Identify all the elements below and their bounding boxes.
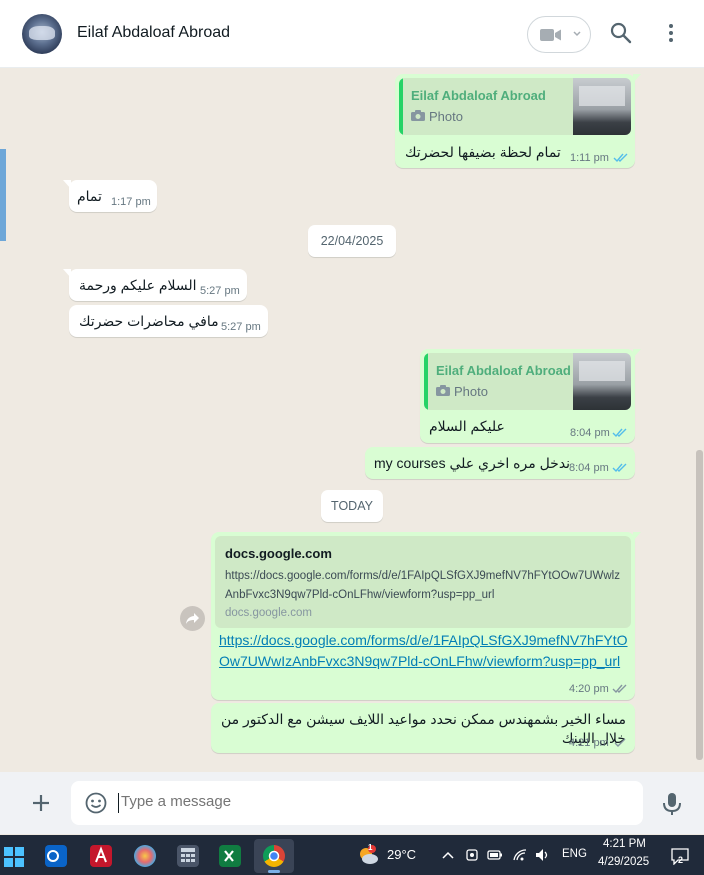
taskbar-excel[interactable] <box>210 839 250 873</box>
scrollbar[interactable] <box>696 450 703 760</box>
contact-name[interactable]: Eilaf Abdaloaf Abroad <box>77 24 230 42</box>
outlook-icon <box>45 845 67 867</box>
photo-thumbnail <box>573 78 631 135</box>
message-time: 1:17 pm <box>111 196 151 208</box>
excel-icon <box>219 845 241 867</box>
double-check-icon <box>613 153 628 163</box>
clock-time[interactable]: 4:21 PM <box>603 838 646 850</box>
text-caret <box>118 793 119 813</box>
search-icon[interactable] <box>610 22 632 44</box>
message-time: 5:27 pm <box>221 321 261 333</box>
start-button[interactable] <box>0 839 40 873</box>
camera-icon <box>411 110 425 121</box>
composer <box>0 772 704 834</box>
message-input[interactable] <box>121 793 521 810</box>
quote-sender: Eilaf Abdaloaf Abroad <box>436 363 571 378</box>
quote-type: Photo <box>454 384 488 399</box>
message-link[interactable]: https://docs.google.com/forms/d/e/1FAIpQ… <box>219 630 629 672</box>
message-text: السلام عليكم ورحمة <box>79 277 197 293</box>
message-time: 1:11 pm <box>570 152 609 164</box>
weather-temperature[interactable]: 29°C <box>387 847 416 862</box>
message-list[interactable]: Eilaf Abdaloaf Abroad Photo تمام لحظة بض… <box>0 69 704 772</box>
taskbar-paint[interactable] <box>125 839 165 873</box>
outgoing-message[interactable]: docs.google.com https://docs.google.com/… <box>211 532 641 700</box>
taskbar-calculator[interactable] <box>168 839 208 873</box>
autocad-icon <box>90 845 112 867</box>
weather-badge: 1 <box>368 843 373 852</box>
chrome-icon <box>263 845 285 867</box>
forward-button[interactable] <box>180 606 205 631</box>
taskbar-outlook[interactable] <box>36 839 76 873</box>
battery-icon[interactable] <box>487 849 503 861</box>
date-separator: TODAY <box>321 490 383 522</box>
video-camera-icon <box>540 29 561 41</box>
message-text: عليكم السلام <box>429 418 505 434</box>
message-time: 5:27 pm <box>200 285 240 297</box>
windows-icon <box>4 847 24 867</box>
link-preview[interactable]: docs.google.com https://docs.google.com/… <box>215 536 631 628</box>
photo-thumbnail <box>573 353 631 410</box>
link-preview-url: https://docs.google.com/forms/d/e/1FAIpQ… <box>225 570 620 601</box>
message-text: مافي محاضرات حضرتك <box>79 313 219 329</box>
camera-device-icon[interactable] <box>466 848 480 862</box>
microphone-icon[interactable] <box>662 792 682 816</box>
outgoing-message[interactable]: مساء الخير بشمهندس ممكن نحدد مواعيد اللا… <box>211 703 635 753</box>
message-time: 8:04 pm <box>569 462 609 474</box>
language-indicator[interactable]: ENG <box>562 848 587 860</box>
chevron-up-icon[interactable] <box>442 851 454 859</box>
message-time: 4:20 pm <box>569 683 609 695</box>
message-text: ندخل مره اخري علي my courses <box>374 455 571 471</box>
chat-header: Eilaf Abdaloaf Abroad <box>0 0 704 68</box>
wifi-icon[interactable] <box>512 848 528 862</box>
date-separator: 22/04/2025 <box>308 225 396 257</box>
double-check-icon <box>612 684 627 694</box>
taskbar-chrome-whatsapp[interactable] <box>254 839 294 873</box>
side-strip <box>0 149 6 241</box>
message-time: 4:21 pm <box>569 737 609 749</box>
check-icon <box>614 738 626 747</box>
menu-icon[interactable] <box>664 22 678 44</box>
incoming-message[interactable]: السلام عليكم ورحمة 5:27 pm <box>63 269 247 301</box>
camera-icon <box>436 385 450 396</box>
paint-icon <box>134 845 156 867</box>
outgoing-message[interactable]: Eilaf Abdaloaf Abroad Photo تمام لحظة بض… <box>395 74 641 168</box>
video-call-button[interactable] <box>527 16 591 53</box>
chevron-down-icon <box>573 31 581 37</box>
message-text: تمام لحظة بضيفها لحضرتك <box>405 144 561 160</box>
outgoing-message[interactable]: ندخل مره اخري علي my courses 8:04 pm <box>365 447 635 479</box>
emoji-icon[interactable] <box>85 792 107 814</box>
quoted-photo[interactable]: Eilaf Abdaloaf Abroad Photo <box>424 353 631 410</box>
calculator-icon <box>177 845 199 867</box>
quoted-photo[interactable]: Eilaf Abdaloaf Abroad Photo <box>399 78 631 135</box>
link-preview-site: docs.google.com <box>225 607 312 619</box>
outgoing-message[interactable]: Eilaf Abdaloaf Abroad Photo عليكم السلام… <box>420 349 641 443</box>
double-check-icon <box>612 463 627 473</box>
message-time: 8:04 pm <box>570 427 610 439</box>
message-text: تمام <box>77 188 102 204</box>
clock-date[interactable]: 4/29/2025 <box>598 856 649 868</box>
quote-sender: Eilaf Abdaloaf Abroad <box>411 88 546 103</box>
message-input-box[interactable] <box>71 781 643 825</box>
windows-taskbar: 1 29°C ENG 4:21 PM 4/29/2025 2 <box>0 835 704 875</box>
incoming-message[interactable]: تمام 1:17 pm <box>63 180 157 212</box>
forward-icon <box>186 613 199 624</box>
double-check-icon <box>612 428 627 438</box>
message-text: مساء الخير بشمهندس ممكن نحدد مواعيد اللا… <box>220 711 626 746</box>
volume-icon[interactable] <box>535 848 551 862</box>
taskbar-autocad[interactable] <box>81 839 121 873</box>
notification-count: 2 <box>678 855 684 865</box>
plus-icon[interactable] <box>30 792 52 814</box>
incoming-message[interactable]: مافي محاضرات حضرتك 5:27 pm <box>69 305 268 337</box>
link-preview-domain: docs.google.com <box>225 546 332 561</box>
contact-avatar[interactable] <box>22 14 62 54</box>
quote-type: Photo <box>429 109 463 124</box>
